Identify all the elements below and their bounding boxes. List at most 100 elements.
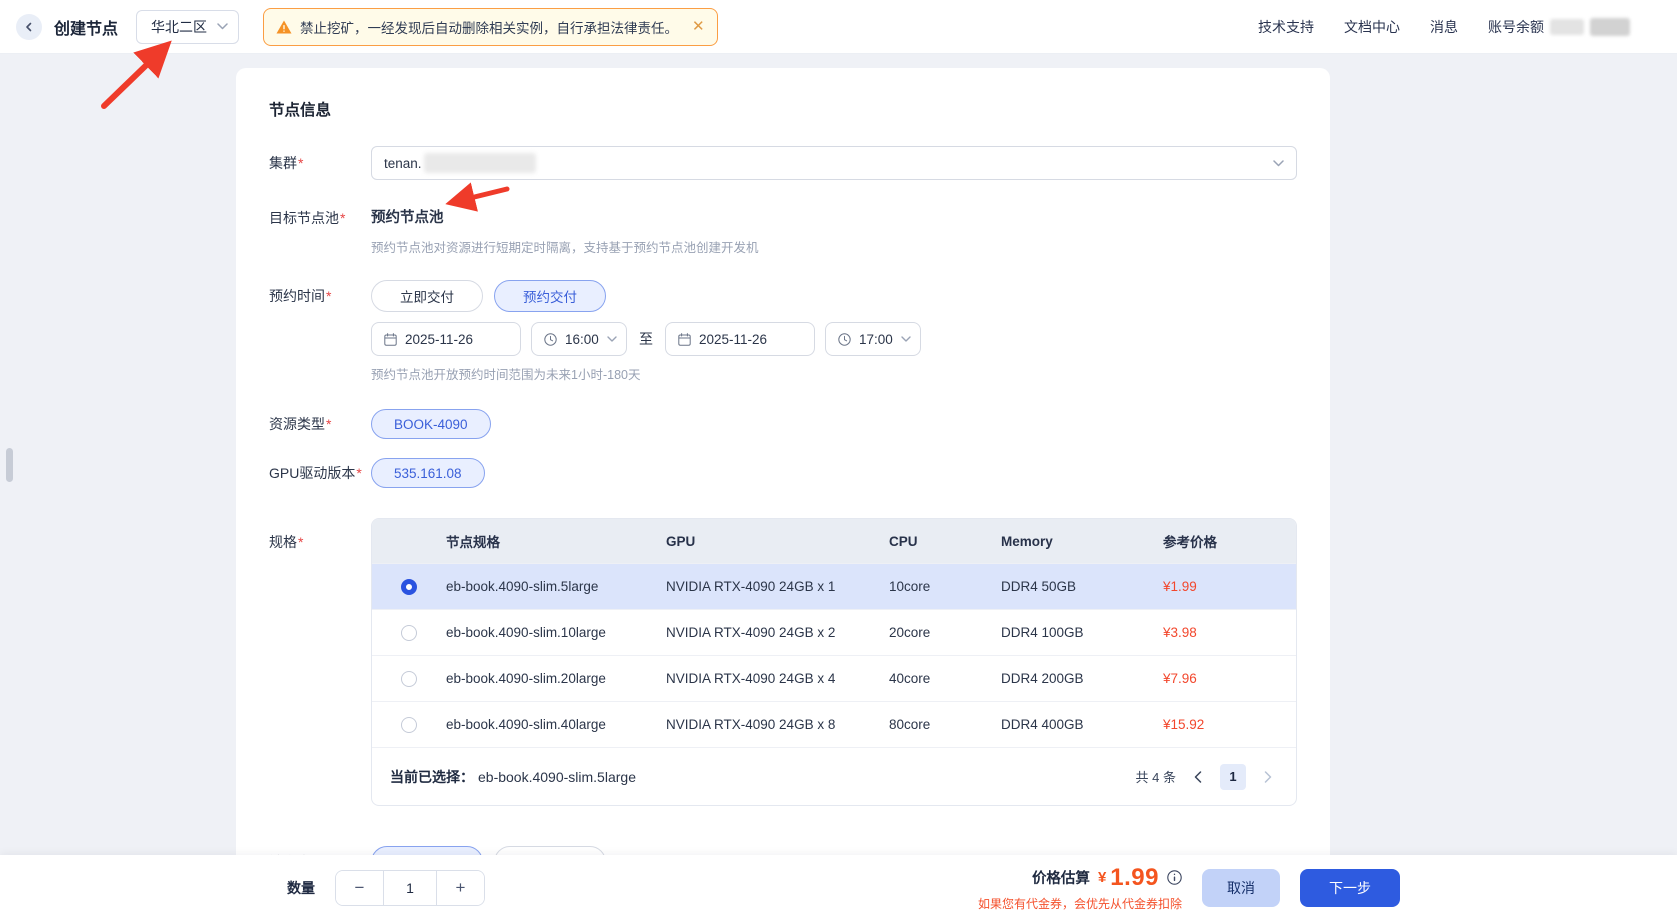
region-select[interactable]: 华北二区 (136, 10, 239, 44)
cluster-label: 集群* (269, 153, 371, 173)
schedule-options: 立即交付预约交付 (371, 280, 606, 312)
spec-table-header: 节点规格GPUCPUMemory参考价格 (372, 519, 1296, 563)
table-row[interactable]: eb-book.4090-slim.40largeNVIDIA RTX-4090… (372, 701, 1296, 747)
cell-spec: eb-book.4090-slim.40large (446, 717, 666, 732)
header-cell: Memory (1001, 534, 1163, 549)
end-date-input[interactable]: 2025-11-26 (665, 322, 815, 356)
chevron-down-icon (901, 336, 911, 342)
annotation-arrow-region (104, 48, 164, 106)
cluster-row: 集群* tenan. (269, 146, 1330, 180)
redacted-cluster-name (424, 153, 536, 173)
drawer-handle[interactable] (6, 448, 13, 482)
table-row[interactable]: eb-book.4090-slim.20largeNVIDIA RTX-4090… (372, 655, 1296, 701)
cell-price: ¥7.96 (1163, 671, 1296, 686)
resource-type-option[interactable]: BOOK-4090 (371, 409, 491, 439)
cell-price: ¥3.98 (1163, 625, 1296, 640)
radio-cell (372, 717, 446, 733)
target-pool-content: 预约节点池 预约节点池对资源进行短期定时隔离，支持基于预约节点池创建开发机 (371, 206, 759, 256)
cell-memory: DDR4 400GB (1001, 717, 1163, 732)
table-row[interactable]: eb-book.4090-slim.5largeNVIDIA RTX-4090 … (372, 563, 1296, 609)
radio-cell (372, 671, 446, 687)
schedule-datetime-row: 2025-11-26 16:00 至 2025-11-26 17:00 (371, 322, 1330, 356)
schedule-option[interactable]: 预约交付 (494, 280, 606, 312)
selected-caption: 当前已选择： (390, 767, 474, 787)
radio-cell (372, 579, 446, 595)
schedule-option[interactable]: 立即交付 (371, 280, 483, 312)
header-cell: CPU (889, 534, 1001, 549)
target-pool-helper: 预约节点池对资源进行短期定时隔离，支持基于预约节点池创建开发机 (371, 237, 759, 256)
spec-table: 节点规格GPUCPUMemory参考价格 eb-book.4090-slim.5… (371, 518, 1297, 806)
nav-link-0[interactable]: 技术支持 (1258, 17, 1314, 37)
nav-link-2[interactable]: 消息 (1430, 17, 1458, 37)
page-title: 创建节点 (54, 15, 118, 39)
header-cell: 节点规格 (446, 531, 666, 551)
radio-button[interactable] (401, 717, 417, 733)
target-pool-value: 预约节点池 (371, 206, 759, 227)
price-estimate: 价格估算 ¥ 1.99 如果您有代金券，会优先从代金券扣除 (978, 864, 1182, 912)
warning-banner: 禁止挖矿，一经发现后自动删除相关实例，自行承担法律责任。 ✕ (263, 8, 718, 46)
resource-type-label: 资源类型* (269, 414, 371, 434)
start-time-value: 16:00 (565, 332, 599, 347)
balance-label: 账号余额 (1488, 17, 1544, 37)
cell-memory: DDR4 200GB (1001, 671, 1163, 686)
cell-cpu: 80core (889, 717, 1001, 732)
target-pool-row: 目标节点池* 预约节点池 预约节点池对资源进行短期定时隔离，支持基于预约节点池创… (269, 206, 1330, 256)
topbar: 创建节点 华北二区 禁止挖矿，一经发现后自动删除相关实例，自行承担法律责任。 ✕… (0, 0, 1677, 54)
redacted-balance (1550, 19, 1584, 35)
price-value: 1.99 (1110, 864, 1159, 892)
next-step-button[interactable]: 下一步 (1300, 869, 1400, 907)
quantity-decrease-button[interactable]: − (336, 871, 383, 905)
cluster-select[interactable]: tenan. (371, 146, 1297, 180)
header-cell: GPU (666, 534, 889, 549)
nav-link-1[interactable]: 文档中心 (1344, 17, 1400, 37)
end-time-select[interactable]: 17:00 (825, 322, 921, 356)
section-title: 节点信息 (269, 68, 1330, 120)
spec-table-footer: 当前已选择： eb-book.4090-slim.5large 共 4 条 1 (372, 747, 1296, 805)
warning-text: 禁止挖矿，一经发现后自动删除相关实例，自行承担法律责任。 (300, 17, 678, 37)
cancel-button[interactable]: 取消 (1202, 869, 1280, 907)
cell-memory: DDR4 50GB (1001, 579, 1163, 594)
start-date-input[interactable]: 2025-11-26 (371, 322, 521, 356)
gpu-driver-row: GPU驱动版本* 535.161.08 (269, 458, 1330, 488)
node-form-card: 节点信息 集群* tenan. 目标节点池* 预约节点池 预约节点池对资源进行短… (236, 68, 1330, 920)
page-next-button[interactable] (1258, 765, 1278, 789)
total-count: 共 4 条 (1136, 767, 1176, 786)
cell-memory: DDR4 100GB (1001, 625, 1163, 640)
range-separator: 至 (639, 329, 653, 349)
chevron-left-icon (24, 22, 34, 32)
cell-gpu: NVIDIA RTX-4090 24GB x 2 (666, 625, 889, 640)
quantity-label: 数量 (287, 878, 315, 898)
voucher-note: 如果您有代金券，会优先从代金券扣除 (978, 895, 1182, 912)
gpu-driver-option[interactable]: 535.161.08 (371, 458, 485, 488)
spec-table-body: eb-book.4090-slim.5largeNVIDIA RTX-4090 … (372, 563, 1296, 747)
quantity-increase-button[interactable]: + (437, 871, 484, 905)
close-icon[interactable]: ✕ (692, 19, 705, 34)
resource-type-row: 资源类型* BOOK-4090 (269, 409, 1330, 439)
cell-cpu: 40core (889, 671, 1001, 686)
radio-button[interactable] (401, 625, 417, 641)
page-prev-button[interactable] (1188, 765, 1208, 789)
info-icon[interactable] (1167, 870, 1182, 885)
account-balance[interactable]: 账号余额 (1488, 17, 1630, 37)
clock-icon (544, 333, 557, 346)
start-time-select[interactable]: 16:00 (531, 322, 627, 356)
end-date-value: 2025-11-26 (699, 332, 767, 347)
end-time-value: 17:00 (859, 332, 893, 347)
table-row[interactable]: eb-book.4090-slim.10largeNVIDIA RTX-4090… (372, 609, 1296, 655)
redacted-balance (1590, 18, 1630, 36)
price-label: 价格估算 (1032, 867, 1090, 888)
schedule-helper: 预约节点池开放预约时间范围为未来1小时-180天 (371, 364, 1330, 383)
cell-gpu: NVIDIA RTX-4090 24GB x 8 (666, 717, 889, 732)
cell-gpu: NVIDIA RTX-4090 24GB x 4 (666, 671, 889, 686)
page-number[interactable]: 1 (1220, 764, 1246, 790)
spec-row: 规格* 节点规格GPUCPUMemory参考价格 eb-book.4090-sl… (269, 518, 1330, 806)
cluster-select-value: tenan. (384, 156, 422, 171)
back-button[interactable] (16, 14, 42, 40)
nav-links: 技术支持 文档中心 消息 (1258, 17, 1458, 37)
radio-button[interactable] (401, 671, 417, 687)
target-pool-label: 目标节点池* (269, 206, 371, 228)
radio-button[interactable] (401, 579, 417, 595)
selected-spec-value: eb-book.4090-slim.5large (478, 769, 636, 785)
warning-icon (276, 20, 292, 34)
clock-icon (838, 333, 851, 346)
